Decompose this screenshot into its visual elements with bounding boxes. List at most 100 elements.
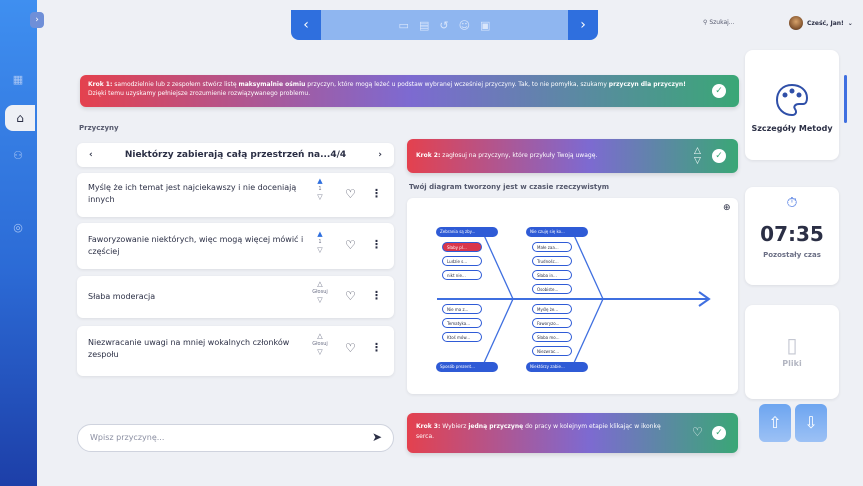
- check-icon: ✓: [712, 149, 726, 163]
- files-card[interactable]: ▯ Pliki: [745, 305, 839, 399]
- search-box[interactable]: ⚲ Szukaj...: [703, 19, 735, 26]
- files-label: Pliki: [782, 359, 802, 368]
- side-scrollbar[interactable]: [844, 75, 847, 123]
- vote-label: Głosuj: [312, 341, 328, 347]
- pager-title: Niektórzy zabierają całą przestrzeń na..…: [124, 150, 331, 160]
- grid-icon[interactable]: ▦: [10, 72, 26, 88]
- pager-count: 4/4: [330, 150, 347, 160]
- sidebar-toggle-button[interactable]: ›: [30, 12, 44, 28]
- bone-item[interactable]: Nie ma z...: [442, 304, 482, 314]
- bone-item[interactable]: Słaby pl...: [442, 242, 482, 252]
- fishbone-diagram: ⊕ Zebrania są zby... Słaby pl... Ludzie …: [407, 198, 738, 394]
- bone-head[interactable]: Nie czuję się ko...: [526, 227, 588, 237]
- sidebar: ▦ ⌂ ⚇ ◎: [0, 0, 37, 486]
- upvote-icon[interactable]: ▲: [317, 230, 322, 238]
- bone-item[interactable]: Tematyka...: [442, 318, 482, 328]
- more-icon[interactable]: ⋮: [371, 341, 382, 354]
- smile-icon[interactable]: ☺: [459, 19, 470, 32]
- bone-head[interactable]: Sposób prezent...: [436, 362, 498, 372]
- bone-item[interactable]: Niezwrac...: [532, 346, 572, 356]
- user-menu[interactable]: Cześć, Jan! ⌄: [789, 16, 853, 30]
- bone-line: [482, 298, 514, 366]
- vote-control[interactable]: △ Głosuj ▽: [311, 280, 329, 304]
- downvote-icon[interactable]: ▽: [317, 193, 322, 201]
- cause-input[interactable]: Wpisz przyczynę...: [77, 424, 394, 452]
- list-item: Niezwracanie uwagi na mniej wokalnych cz…: [77, 326, 394, 376]
- step3-prefix: Krok 3:: [416, 423, 441, 430]
- upvote-icon[interactable]: △: [317, 280, 322, 288]
- bone-item[interactable]: Myślę że...: [532, 304, 572, 314]
- vote-arrows-icon: △ ▽: [694, 146, 701, 166]
- move-down-button[interactable]: ⇩: [795, 404, 827, 442]
- toolbar-next-button[interactable]: ›: [568, 10, 598, 40]
- bone-item[interactable]: Słaba in...: [532, 270, 572, 280]
- home-icon[interactable]: ⌂: [5, 105, 35, 131]
- pager-next-button[interactable]: ›: [378, 150, 382, 160]
- more-icon[interactable]: ⋮: [371, 238, 382, 251]
- causes-title: Przyczyny: [79, 124, 119, 132]
- method-title: Szczegóły Metody: [751, 124, 833, 133]
- send-icon[interactable]: ➤: [372, 430, 382, 444]
- downvote-icon[interactable]: ▽: [317, 348, 322, 356]
- heart-icon[interactable]: ♡: [345, 289, 356, 303]
- bone-item[interactable]: Trudnośc...: [532, 256, 572, 266]
- screen-icon[interactable]: ▭: [399, 19, 409, 32]
- list-item: Myślę że ich temat jest najciekawszy i n…: [77, 173, 394, 217]
- vote-control[interactable]: ▲ 1 ▽: [311, 230, 329, 254]
- more-icon[interactable]: ⋮: [371, 289, 382, 302]
- avatar: [789, 16, 803, 30]
- bone-item[interactable]: Faworyzo...: [532, 318, 572, 328]
- cause-text: Słaba moderacja: [88, 292, 156, 301]
- stopwatch-icon: ⏱: [786, 195, 798, 211]
- bone-item[interactable]: Ktoś mów...: [442, 332, 482, 342]
- save-icon[interactable]: ▣: [480, 19, 490, 32]
- cause-text: Niezwracanie uwagi na mniej wokalnych cz…: [88, 338, 290, 359]
- bone-head[interactable]: Niektórzy zabie...: [526, 362, 588, 372]
- users-icon[interactable]: ⚇: [10, 148, 26, 164]
- upvote-icon[interactable]: △: [317, 332, 322, 340]
- bone-item[interactable]: nikt nie...: [442, 270, 482, 280]
- user-greeting: Cześć, Jan!: [807, 19, 844, 27]
- pager-label: Niektórzy zabierają całą przestrzeń na..…: [125, 150, 346, 160]
- bone-head[interactable]: Zebrania są zby...: [436, 227, 498, 237]
- pager-prev-button[interactable]: ‹: [89, 150, 93, 160]
- heart-icon[interactable]: ♡: [345, 187, 356, 201]
- step3-banner: Krok 3: Wybierz jedną przyczynę do pracy…: [407, 413, 738, 453]
- downvote-icon[interactable]: ▽: [317, 296, 322, 304]
- step3-text: Wybierz: [440, 423, 469, 430]
- bone-item[interactable]: Osobiste...: [532, 284, 572, 294]
- bone-line: [572, 298, 604, 366]
- heart-icon[interactable]: ♡: [345, 238, 356, 252]
- chevron-down-icon: ⌄: [847, 19, 853, 27]
- step1-prefix: Krok 1:: [88, 81, 113, 88]
- bone-item[interactable]: Słaba mo...: [532, 332, 572, 342]
- upvote-icon[interactable]: ▲: [317, 177, 322, 185]
- list-item: Faworyzowanie niektórych, więc mogą więc…: [77, 223, 394, 269]
- time-remaining: 07:35: [760, 222, 824, 246]
- support-icon[interactable]: ◎: [10, 220, 26, 236]
- heart-icon[interactable]: ♡: [345, 341, 356, 355]
- heart-icon: ♡: [692, 425, 703, 439]
- vote-control[interactable]: ▲ 1 ▽: [311, 177, 329, 201]
- vote-control[interactable]: △ Głosuj ▽: [311, 332, 329, 356]
- undo-icon[interactable]: ↺: [439, 19, 448, 32]
- step1-text: samodzielnie lub z zespołem stwórz listę: [112, 81, 239, 88]
- step2-banner: Krok 2: zagłosuj na przyczyny, które prz…: [407, 139, 738, 173]
- move-up-button[interactable]: ⇧: [759, 404, 791, 442]
- more-icon[interactable]: ⋮: [371, 187, 382, 200]
- toolbar-prev-button[interactable]: ‹: [291, 10, 321, 40]
- step1-banner: Krok 1: samodzielnie lub z zespołem stwó…: [80, 75, 739, 107]
- app-root: ▦ ⌂ ⚇ ◎ › ‹ ▭ ▤ ↺ ☺ ▣ › ⚲ Szukaj... Cześ…: [0, 0, 863, 486]
- downvote-icon[interactable]: ▽: [317, 246, 322, 254]
- method-details-card[interactable]: [745, 50, 839, 160]
- download-icon: ⇩: [804, 413, 818, 432]
- bone-item[interactable]: Ludzie s...: [442, 256, 482, 266]
- chat-icon[interactable]: ▤: [419, 19, 429, 32]
- vote-count: 1: [318, 239, 322, 245]
- bone-item[interactable]: Małe zaa...: [532, 242, 572, 252]
- step1-text: przyczyn, które mogą leżeć u podstaw wyb…: [305, 81, 609, 88]
- step1-bold: przyczyn dla przyczyn!: [608, 81, 686, 88]
- diagram-title: Twój diagram tworzony jest w czasie rzec…: [409, 183, 610, 191]
- time-label: Pozostały czas: [763, 251, 821, 259]
- cause-text: Faworyzowanie niektórych, więc mogą więc…: [88, 235, 304, 256]
